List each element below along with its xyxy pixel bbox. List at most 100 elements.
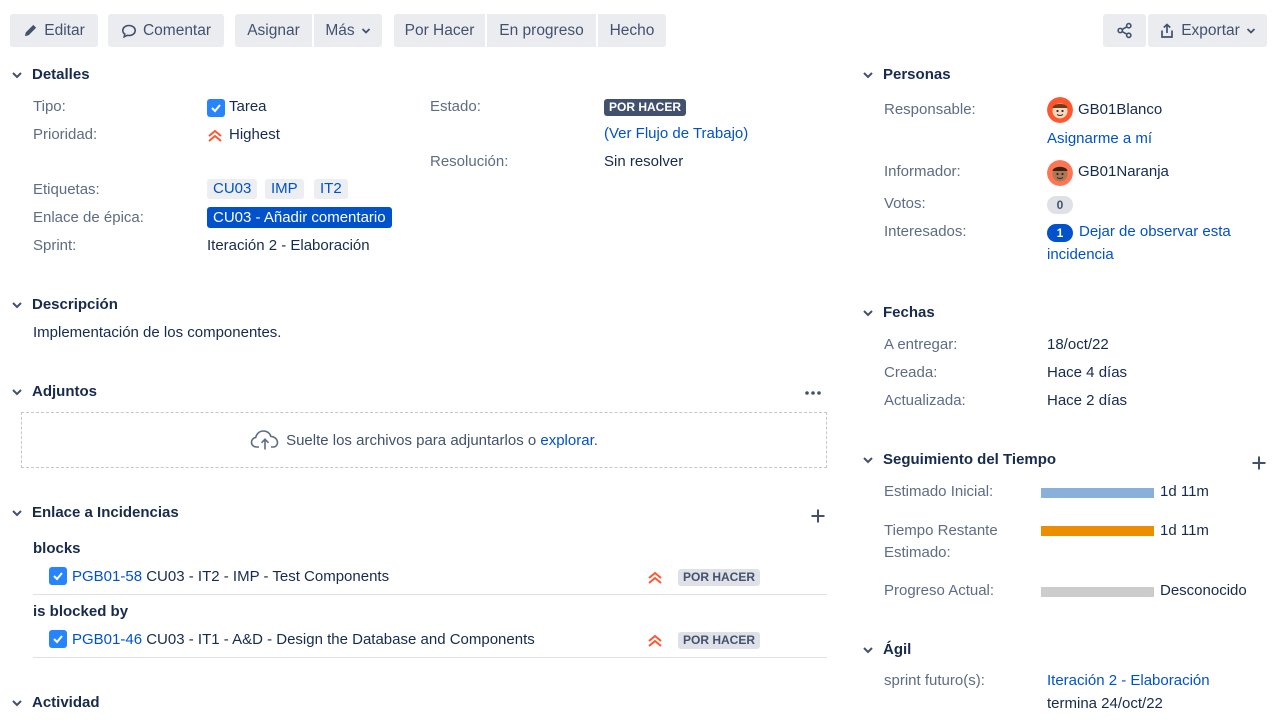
in-progress-label: En progreso: [499, 21, 584, 39]
reporter-name[interactable]: GB01Naranja: [1078, 163, 1169, 180]
original-estimate-bar: [1041, 488, 1154, 498]
status-lozenge: POR HACER: [604, 99, 687, 116]
chevron-down-icon[interactable]: [9, 67, 25, 83]
chevron-down-icon[interactable]: [860, 67, 876, 83]
dropzone-text: Suelte los archivos para adjuntarlos o e…: [286, 431, 598, 449]
agile-section-header: Ágil: [860, 641, 911, 658]
edit-button[interactable]: Editar: [10, 14, 98, 47]
linked-issue-row: PGB01-46 CU03 - IT1 - A&D - Design the D…: [72, 631, 535, 648]
epic-link-badge[interactable]: CU03 - Añadir comentario: [207, 207, 392, 228]
stop-watching-link[interactable]: Dejar de observar esta: [1079, 223, 1231, 240]
todo-label: Por Hacer: [404, 21, 475, 39]
label-tag[interactable]: CU03: [207, 179, 258, 199]
export-button[interactable]: Exportar: [1148, 14, 1267, 47]
todo-transition-button[interactable]: Por Hacer: [394, 14, 485, 47]
resolution-label: Resolución:: [430, 153, 509, 170]
assign-button[interactable]: Asignar: [235, 14, 312, 47]
reporter-label: Informador:: [884, 163, 961, 180]
task-type-icon: [49, 630, 67, 648]
label-tag[interactable]: IMP: [265, 179, 304, 199]
logged-label: Progreso Actual:: [884, 582, 995, 599]
votes-label: Votos:: [884, 195, 926, 212]
linked-issue-summary[interactable]: CU03 - IT1 - A&D - Design the Database a…: [146, 631, 535, 648]
assignee-name[interactable]: GB01Blanco: [1078, 101, 1162, 118]
original-estimate-label: Estimado Inicial:: [884, 483, 994, 500]
divider: [33, 594, 827, 595]
future-sprint-link[interactable]: Iteración 2 - Elaboración: [1047, 672, 1210, 689]
chevron-down-icon[interactable]: [860, 305, 876, 321]
type-label: Tipo:: [33, 98, 66, 115]
more-label: Más: [325, 21, 355, 39]
linked-issue-key[interactable]: PGB01-58: [72, 568, 142, 585]
people-title: Personas: [883, 66, 951, 83]
details-section-header: Detalles: [9, 66, 90, 83]
status-lozenge: POR HACER: [678, 632, 761, 649]
sprint-value: Iteración 2 - Elaboración: [207, 237, 370, 254]
updated-value: Hace 2 días: [1047, 392, 1128, 409]
description-section-header: Descripción: [9, 296, 118, 313]
time-tracking-section-header: Seguimiento del Tiempo: [860, 451, 1056, 468]
share-icon: [1117, 22, 1132, 39]
stop-watching-link-cont[interactable]: incidencia: [1047, 246, 1114, 263]
assign-label: Asignar: [247, 21, 300, 39]
linked-issue-summary[interactable]: CU03 - IT2 - IMP - Test Components: [146, 568, 389, 585]
add-link-icon[interactable]: [810, 508, 826, 524]
sprint-label: Sprint:: [33, 237, 77, 254]
chevron-down-icon: [361, 27, 370, 34]
description-text[interactable]: Implementación de los componentes.: [33, 324, 281, 341]
share-button[interactable]: [1103, 14, 1146, 47]
created-value: Hace 4 días: [1047, 364, 1128, 381]
chevron-down-icon[interactable]: [9, 695, 25, 711]
priority-value: Highest: [229, 126, 280, 143]
chevron-down-icon[interactable]: [9, 297, 25, 313]
highest-priority-icon: [648, 571, 662, 584]
task-type-icon: [49, 567, 67, 585]
votes-count[interactable]: 0: [1047, 196, 1073, 214]
due-date-value: 18/oct/22: [1047, 336, 1109, 353]
task-type-icon: [207, 99, 225, 117]
assignee-label: Responsable:: [884, 101, 976, 118]
export-label: Exportar: [1181, 21, 1240, 39]
attachments-section-header: Adjuntos: [9, 383, 97, 400]
chevron-down-icon[interactable]: [9, 505, 25, 521]
linked-issue-key[interactable]: PGB01-46: [72, 631, 142, 648]
chevron-down-icon[interactable]: [9, 384, 25, 400]
more-options-icon[interactable]: [804, 390, 822, 396]
activity-section-header: Actividad: [9, 694, 100, 711]
avatar: [1047, 97, 1073, 123]
watchers-label: Interesados:: [884, 223, 967, 240]
priority-label: Prioridad:: [33, 126, 98, 143]
divider: [33, 657, 827, 658]
label-tag[interactable]: IT2: [314, 179, 348, 199]
issue-links-section-header: Enlace a Incidencias: [9, 504, 179, 521]
logged-value: Desconocido: [1160, 582, 1247, 599]
dates-title: Fechas: [883, 304, 935, 321]
link-relation-label: blocks: [33, 540, 81, 557]
activity-title: Actividad: [32, 694, 100, 711]
details-title: Detalles: [32, 66, 90, 83]
browse-link[interactable]: explorar: [540, 432, 593, 449]
pencil-icon: [25, 24, 37, 37]
in-progress-transition-button[interactable]: En progreso: [487, 14, 596, 47]
edit-label: Editar: [44, 21, 85, 39]
attachment-dropzone[interactable]: Suelte los archivos para adjuntarlos o e…: [21, 412, 827, 468]
description-title: Descripción: [32, 296, 118, 313]
agile-title: Ágil: [883, 641, 912, 658]
chevron-down-icon[interactable]: [860, 452, 876, 468]
status-lozenge: POR HACER: [678, 569, 761, 586]
done-transition-button[interactable]: Hecho: [598, 14, 666, 47]
comment-button[interactable]: Comentar: [108, 14, 224, 47]
remaining-estimate-value: 1d 11m: [1160, 522, 1209, 539]
assign-to-me-link[interactable]: Asignarme a mí: [1047, 130, 1152, 147]
log-work-icon[interactable]: [1251, 455, 1267, 471]
more-button[interactable]: Más: [314, 14, 382, 47]
highest-priority-icon: [208, 129, 222, 142]
logged-bar: [1041, 587, 1154, 597]
avatar: [1047, 160, 1073, 186]
watchers-count[interactable]: 1: [1047, 224, 1073, 242]
chevron-down-icon[interactable]: [860, 642, 876, 658]
view-workflow-link[interactable]: Ver Flujo de Trabajo: [609, 125, 743, 142]
labels-label: Etiquetas:: [33, 181, 100, 198]
remaining-estimate-label-cont: Estimado:: [884, 544, 951, 561]
dates-section-header: Fechas: [860, 304, 935, 321]
